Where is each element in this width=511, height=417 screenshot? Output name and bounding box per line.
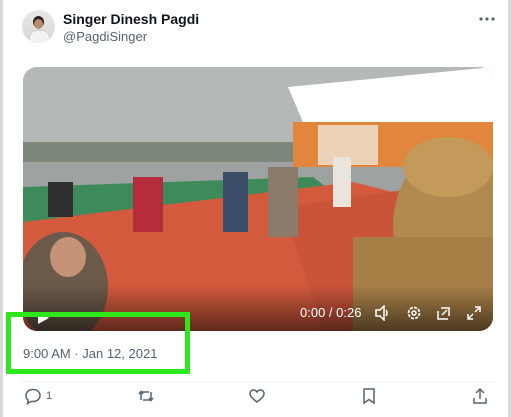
more-horizontal-icon — [479, 17, 495, 21]
settings-icon[interactable] — [406, 305, 422, 321]
like-icon — [249, 389, 265, 403]
bookmark-button[interactable] — [360, 386, 378, 406]
highlight-annotation-box — [6, 312, 190, 374]
picture-in-picture-icon[interactable] — [436, 305, 452, 321]
retweet-button[interactable] — [137, 386, 155, 406]
reply-icon — [25, 388, 41, 405]
video-player[interactable]: 0:00 / 0:26 — [23, 67, 493, 331]
like-button[interactable] — [248, 386, 266, 406]
volume-icon[interactable] — [375, 305, 391, 321]
fullscreen-icon[interactable] — [466, 305, 482, 321]
share-icon — [473, 387, 487, 404]
author-handle[interactable]: @PagdiSinger — [63, 29, 147, 44]
reply-count: 1 — [46, 390, 53, 402]
author-display-name[interactable]: Singer Dinesh Pagdi — [63, 11, 199, 27]
reply-button[interactable]: 1 — [24, 386, 52, 406]
bookmark-icon — [363, 388, 375, 405]
share-button[interactable] — [471, 386, 489, 406]
video-time-readout: 0:00 / 0:26 — [300, 305, 362, 320]
avatar[interactable] — [22, 10, 55, 43]
more-options-button[interactable] — [478, 12, 496, 26]
actions-divider — [22, 381, 497, 382]
window-frame-left — [0, 0, 3, 417]
retweet-icon — [138, 390, 154, 402]
